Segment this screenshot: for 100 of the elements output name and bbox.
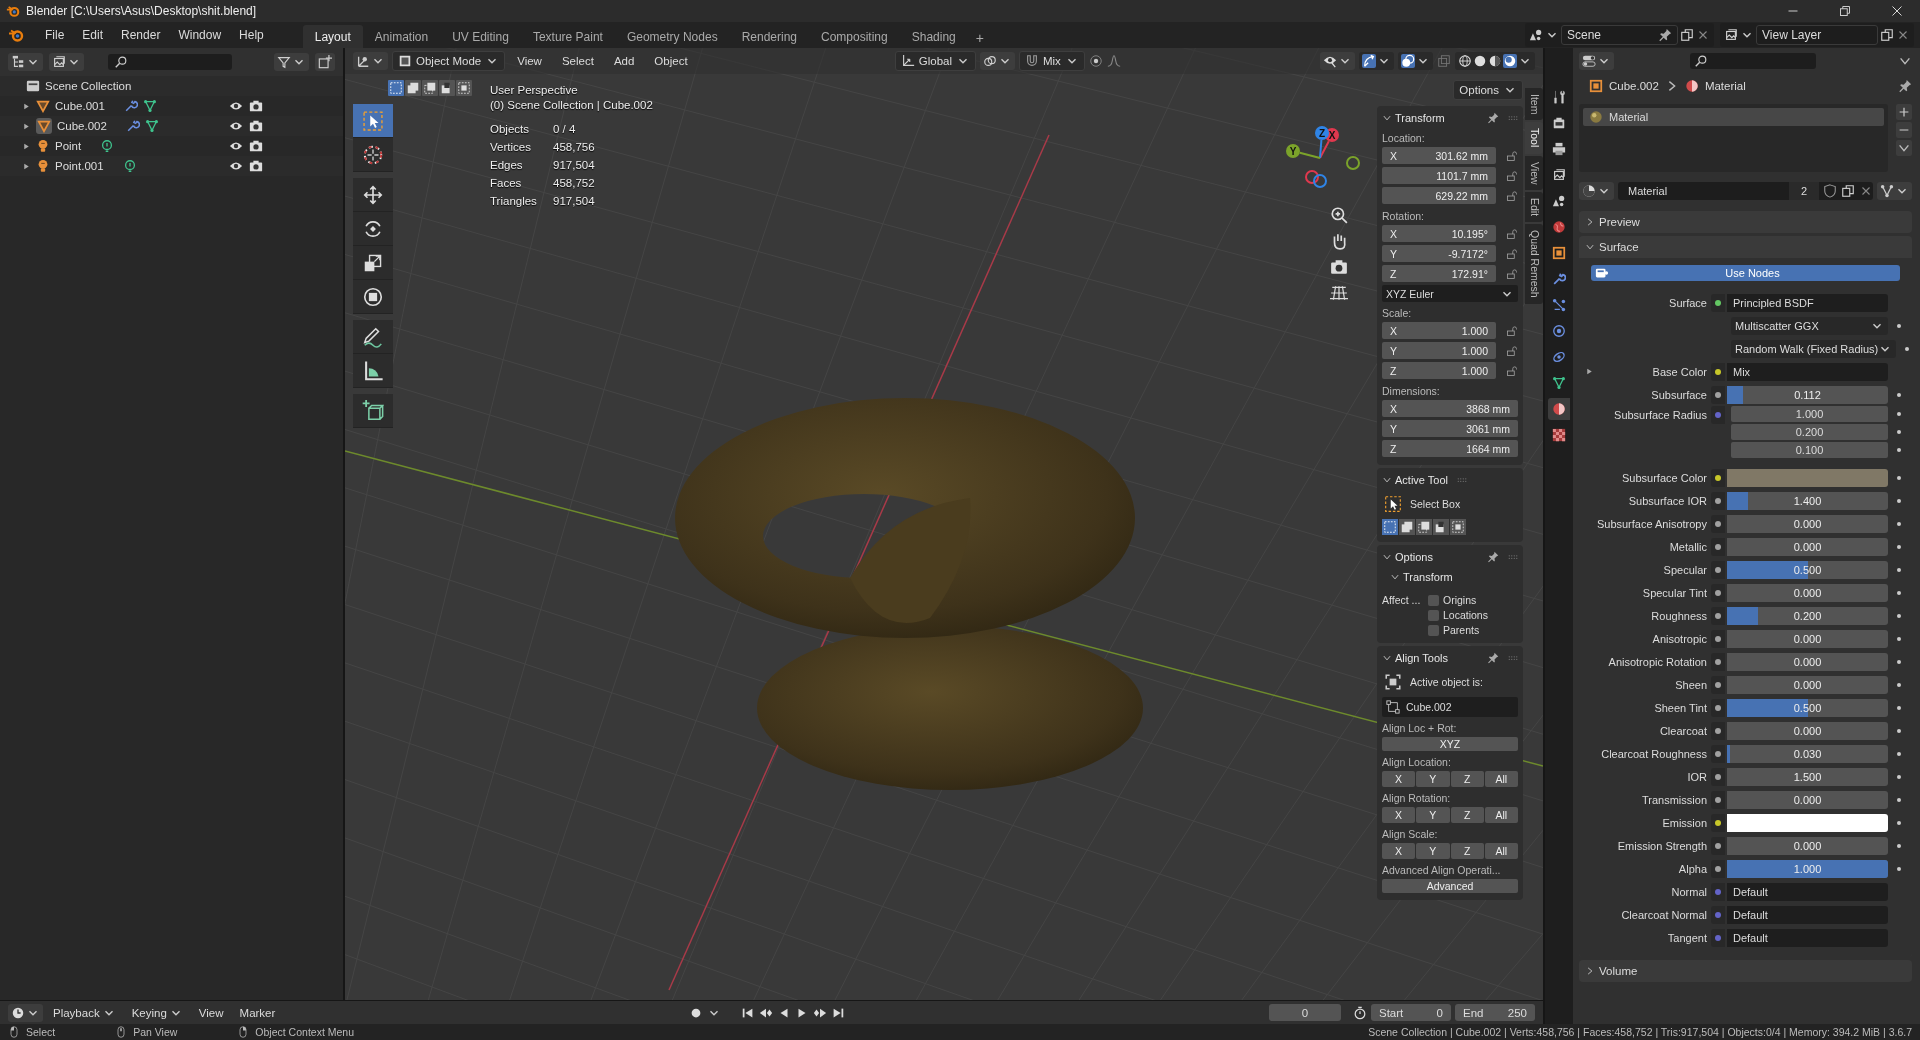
value-slider[interactable]: 0.112 [1727, 385, 1888, 404]
selection-mode-icon[interactable] [1399, 519, 1415, 535]
triangle-icon[interactable] [36, 118, 52, 134]
visibility-dropdown[interactable] [1320, 52, 1355, 70]
socket-dot[interactable] [1715, 589, 1721, 596]
pin-icon[interactable] [1487, 551, 1499, 563]
value-slider[interactable]: 0.000 [1727, 675, 1888, 694]
use-nodes-button[interactable]: Use Nodes [1591, 265, 1900, 281]
socket-dot[interactable] [1715, 368, 1721, 375]
orientation-dropdown[interactable]: Global [894, 51, 976, 71]
half-shaded-sphere-icon[interactable] [1488, 54, 1502, 68]
value-slider[interactable]: 0.200 [1727, 606, 1888, 625]
screwdriver-wrench-icon[interactable] [1552, 90, 1566, 104]
menu-item[interactable]: Add [605, 53, 643, 69]
tool-button[interactable] [353, 246, 393, 280]
particles-icon[interactable] [1552, 298, 1566, 312]
padlock-icon[interactable] [1506, 365, 1518, 377]
camera-icon[interactable] [249, 119, 263, 133]
socket-dot[interactable] [1715, 704, 1721, 711]
number-field[interactable]: 1.000 [1731, 406, 1888, 422]
value-slider[interactable]: 0.000 [1727, 583, 1888, 602]
chevron-down-icon[interactable] [1896, 140, 1912, 156]
panel-title[interactable]: Active Tool [1395, 474, 1448, 486]
value-slider[interactable]: 1.400 [1727, 491, 1888, 510]
image-stack-icon[interactable] [1724, 28, 1738, 42]
socket-dot[interactable] [1715, 796, 1721, 803]
bulb-icon[interactable] [36, 159, 50, 173]
align-button[interactable]: All [1484, 843, 1518, 859]
tree-item-label[interactable]: Cube.002 [57, 120, 107, 132]
align-button[interactable]: X [1382, 843, 1416, 859]
selection-mode-icon[interactable] [439, 80, 455, 96]
socket-field[interactable]: Default [1727, 905, 1888, 924]
value-slider[interactable]: 0.030 [1727, 744, 1888, 763]
keyframe-dot[interactable] [1897, 430, 1901, 434]
menu-item[interactable]: Edit [73, 25, 113, 45]
keyframe-dot[interactable] [1897, 820, 1901, 825]
vertex-triangle-icon[interactable] [1552, 376, 1566, 390]
number-field[interactable]: 0.200 [1731, 424, 1888, 440]
keyframe-dot[interactable] [1897, 682, 1901, 687]
grip-dots-icon[interactable] [1508, 653, 1518, 663]
align-button[interactable]: X [1382, 807, 1416, 823]
tree-item-label[interactable]: Cube.001 [55, 100, 105, 112]
tree-item-label[interactable]: Scene Collection [45, 80, 132, 92]
advanced-button[interactable]: Advanced [1382, 879, 1518, 893]
workspace-tab[interactable]: Shading [899, 25, 968, 48]
socket-field[interactable]: Principled BSDF [1727, 293, 1888, 312]
socket-dot[interactable] [1715, 520, 1721, 527]
stopwatch-icon[interactable] [1353, 1005, 1367, 1020]
socket-dot[interactable] [1715, 934, 1721, 941]
axis-handle[interactable]: Z [1315, 126, 1329, 140]
number-field[interactable]: 0.100 [1731, 442, 1888, 458]
filter-button[interactable] [274, 53, 309, 71]
triangle-icon[interactable] [36, 99, 50, 113]
socket-dot[interactable] [1715, 635, 1721, 642]
socket-dot[interactable] [1715, 658, 1721, 665]
tool-button[interactable] [353, 354, 393, 388]
align-button[interactable]: Z [1450, 771, 1484, 787]
menu-item[interactable]: Render [112, 25, 170, 45]
padlock-icon[interactable] [1506, 150, 1518, 162]
align-button[interactable]: Z [1450, 807, 1484, 823]
panel-title[interactable]: Align Tools [1395, 652, 1448, 664]
dot-circle-icon[interactable] [1088, 54, 1103, 68]
breadcrumb-item[interactable]: Cube.002 [1609, 80, 1659, 92]
align-button[interactable]: All [1484, 807, 1518, 823]
menu-item[interactable]: Object [646, 53, 696, 69]
minus-icon[interactable] [1896, 122, 1912, 138]
frame-field[interactable]: 0 [1269, 1004, 1341, 1021]
sidebar-tab[interactable]: View [1525, 155, 1543, 191]
tool-button[interactable] [353, 178, 393, 212]
keyframe-dot[interactable] [1897, 843, 1901, 848]
value-slider[interactable]: 1.000 [1727, 859, 1888, 878]
tool-button[interactable] [353, 104, 393, 138]
keyframe-dot[interactable] [1897, 659, 1901, 664]
material-browse-button[interactable] [1579, 182, 1614, 200]
grip-dots-icon[interactable] [1457, 475, 1467, 485]
selection-mode-icon[interactable] [1450, 519, 1466, 535]
align-button[interactable]: All [1484, 771, 1518, 787]
tree-item-label[interactable]: Point [55, 140, 82, 152]
menu-item[interactable]: View [509, 53, 550, 69]
search-field[interactable] [1690, 53, 1816, 69]
mode-dropdown[interactable]: Object Mode [392, 51, 506, 71]
workspace-tab[interactable]: Compositing [809, 25, 900, 48]
padlock-icon[interactable] [1506, 345, 1518, 357]
camera-icon[interactable] [249, 139, 263, 153]
wrench-icon[interactable] [125, 119, 140, 133]
wrench-icon[interactable] [1552, 272, 1566, 286]
solid-sphere-icon[interactable] [1473, 54, 1487, 68]
rotation-mode-dropdown[interactable]: XYZ Euler [1382, 285, 1518, 302]
number-field[interactable]: Y -9.7172° [1382, 245, 1496, 262]
number-field[interactable]: X 301.62 mm [1382, 147, 1496, 164]
number-field[interactable]: X 3868 mm [1382, 400, 1518, 417]
keyframe-dot[interactable] [1897, 392, 1901, 397]
socket-dot[interactable] [1715, 299, 1721, 306]
socket-dot[interactable] [1715, 773, 1721, 780]
material-slot[interactable]: Material [1583, 108, 1884, 126]
printer-icon[interactable] [1552, 142, 1566, 156]
image-stack-icon[interactable] [1552, 168, 1566, 182]
socket-dot[interactable] [1715, 474, 1721, 481]
workspace-tab[interactable]: Layout [302, 25, 363, 48]
copy-icon[interactable] [1880, 28, 1894, 42]
